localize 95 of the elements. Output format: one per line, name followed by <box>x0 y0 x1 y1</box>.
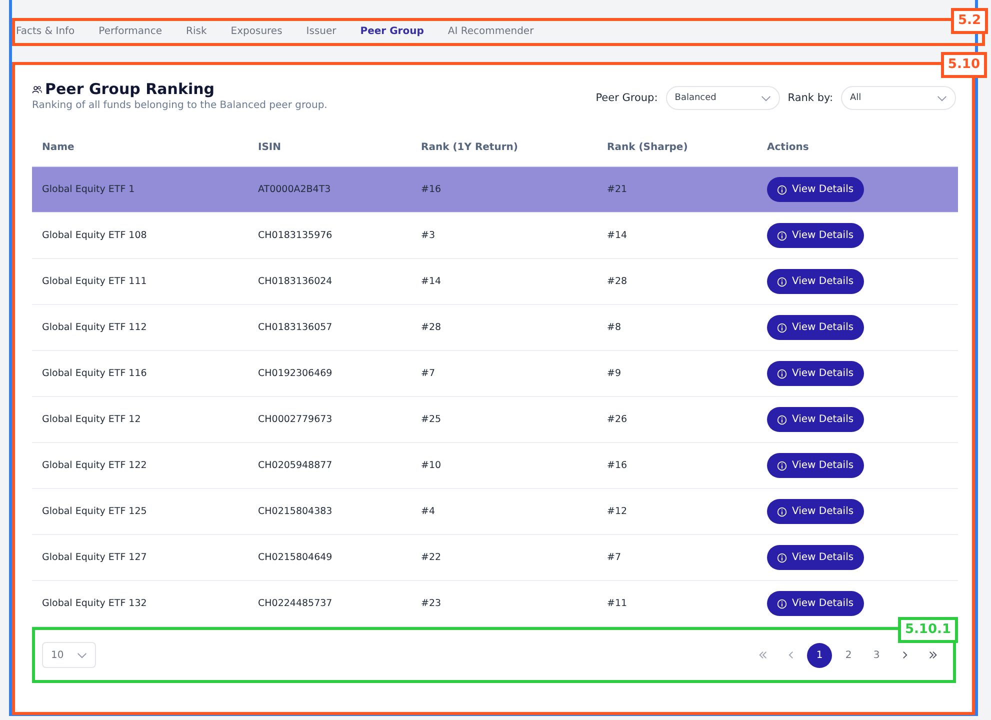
table-row[interactable]: Global Equity ETF 111 CH0183136024 #14 #28 View Details <box>32 258 958 304</box>
double-chevron-right-icon <box>928 651 938 659</box>
chevron-down-icon <box>760 94 771 102</box>
tab[interactable]: Peer Group <box>348 18 436 46</box>
table-cell: #23 <box>411 580 597 626</box>
tab[interactable]: Facts & Info <box>14 18 87 46</box>
info-icon <box>777 552 787 562</box>
table-cell: Global Equity ETF 122 <box>32 442 248 488</box>
view-details-button[interactable]: View Details <box>767 269 864 294</box>
info-icon <box>777 506 787 516</box>
people-icon <box>32 84 42 94</box>
info-icon <box>777 368 787 378</box>
table-cell: #21 <box>597 166 757 212</box>
double-chevron-left-icon <box>758 651 768 659</box>
table-cell: #28 <box>597 258 757 304</box>
annotation-label: 5.10.1 <box>898 617 958 643</box>
table-cell: #25 <box>411 396 597 442</box>
table-row[interactable]: Global Equity ETF 1 AT0000A2B4T3 #16 #21 View Details <box>32 166 958 212</box>
table-cell: CH0215804383 <box>248 488 411 534</box>
table-cell: #4 <box>411 488 597 534</box>
table-cell: #16 <box>597 442 757 488</box>
table-cell: #11 <box>597 580 757 626</box>
table-cell: Global Equity ETF 127 <box>32 534 248 580</box>
info-icon <box>777 598 787 608</box>
table-cell: #12 <box>597 488 757 534</box>
table-row[interactable]: Global Equity ETF 125 CH0215804383 #4 #12 View Details <box>32 488 958 534</box>
table-cell: CH0183136024 <box>248 258 411 304</box>
view-details-button[interactable]: View Details <box>767 453 864 478</box>
chevron-down-icon <box>77 652 87 658</box>
table-row[interactable]: Global Equity ETF 12 CH0002779673 #25 #26 View Details <box>32 396 958 442</box>
table-cell: #14 <box>411 258 597 304</box>
table-cell: Global Equity ETF 12 <box>32 396 248 442</box>
table-row[interactable]: Global Equity ETF 112 CH0183136057 #28 #8 View Details <box>32 304 958 350</box>
panel-title: Peer Group Ranking <box>45 80 214 98</box>
table-cell: #7 <box>597 534 757 580</box>
table-cell: CH0215804649 <box>248 534 411 580</box>
panel-subtitle: Ranking of all funds belonging to the Balanced peer group. <box>32 100 328 111</box>
table-cell: CH0183135976 <box>248 212 411 258</box>
table-cell: #28 <box>411 304 597 350</box>
view-details-button[interactable]: View Details <box>767 223 864 248</box>
table-row[interactable]: Global Equity ETF 122 CH0205948877 #10 #16 View Details <box>32 442 958 488</box>
table-cell: Global Equity ETF 116 <box>32 350 248 396</box>
page-button[interactable]: 2 <box>837 644 860 666</box>
table-cell: #7 <box>411 350 597 396</box>
table-cell: #8 <box>597 304 757 350</box>
view-details-button[interactable]: View Details <box>767 177 864 202</box>
info-icon <box>777 414 787 424</box>
page-size-dropdown[interactable]: 10 <box>42 642 96 668</box>
table-cell: Global Equity ETF 125 <box>32 488 248 534</box>
table-cell: Global Equity ETF 112 <box>32 304 248 350</box>
table-cell: AT0000A2B4T3 <box>248 166 411 212</box>
tab[interactable]: Exposures <box>218 18 294 46</box>
view-details-button[interactable]: View Details <box>767 315 864 340</box>
table-cell: #3 <box>411 212 597 258</box>
table-cell: #14 <box>597 212 757 258</box>
view-details-button[interactable]: View Details <box>767 361 864 386</box>
table-cell: #9 <box>597 350 757 396</box>
page-button[interactable]: 1 <box>807 642 832 668</box>
info-icon <box>777 230 787 240</box>
table-cell: Global Equity ETF 108 <box>32 212 248 258</box>
table-row[interactable]: Global Equity ETF 108 CH0183135976 #3 #14 View Details <box>32 212 958 258</box>
table-cell: #26 <box>597 396 757 442</box>
filter-dropdown[interactable]: All <box>841 86 956 110</box>
table-cell: CH0205948877 <box>248 442 411 488</box>
table-cell: #16 <box>411 166 597 212</box>
filter-dropdown[interactable]: Balanced <box>666 86 780 110</box>
view-details-button[interactable]: View Details <box>767 591 864 616</box>
table-row[interactable]: Global Equity ETF 116 CH0192306469 #7 #9 View Details <box>32 350 958 396</box>
tab[interactable]: AI Recommender <box>436 18 546 46</box>
info-icon <box>777 276 787 286</box>
table-cell: #10 <box>411 442 597 488</box>
table-row[interactable]: Global Equity ETF 127 CH0215804649 #22 #7 View Details <box>32 534 958 580</box>
table-cell: CH0192306469 <box>248 350 411 396</box>
annotation-label: 5.2 <box>950 8 988 34</box>
info-icon <box>777 322 787 332</box>
tab[interactable]: Issuer <box>294 18 348 46</box>
table-cell: Global Equity ETF 111 <box>32 258 248 304</box>
table-cell: CH0002779673 <box>248 396 411 442</box>
filter-label: Rank by: <box>788 92 833 104</box>
annotation-label: 5.10 <box>940 52 987 78</box>
info-icon <box>777 460 787 470</box>
view-details-button[interactable]: View Details <box>767 545 864 570</box>
table-cell: Global Equity ETF 132 <box>32 580 248 626</box>
table-cell: CH0224485737 <box>248 580 411 626</box>
info-icon <box>777 184 787 194</box>
filter-label: Peer Group: <box>596 92 658 104</box>
tab[interactable]: Risk <box>174 18 219 46</box>
table-cell: CH0183136057 <box>248 304 411 350</box>
tab[interactable]: Performance <box>86 18 174 46</box>
chevron-down-icon <box>937 94 947 102</box>
view-details-button[interactable]: View Details <box>767 407 864 432</box>
page-button[interactable]: 3 <box>865 644 888 666</box>
table-cell: #22 <box>411 534 597 580</box>
view-details-button[interactable]: View Details <box>767 499 864 524</box>
table-cell: Global Equity ETF 1 <box>32 166 248 212</box>
